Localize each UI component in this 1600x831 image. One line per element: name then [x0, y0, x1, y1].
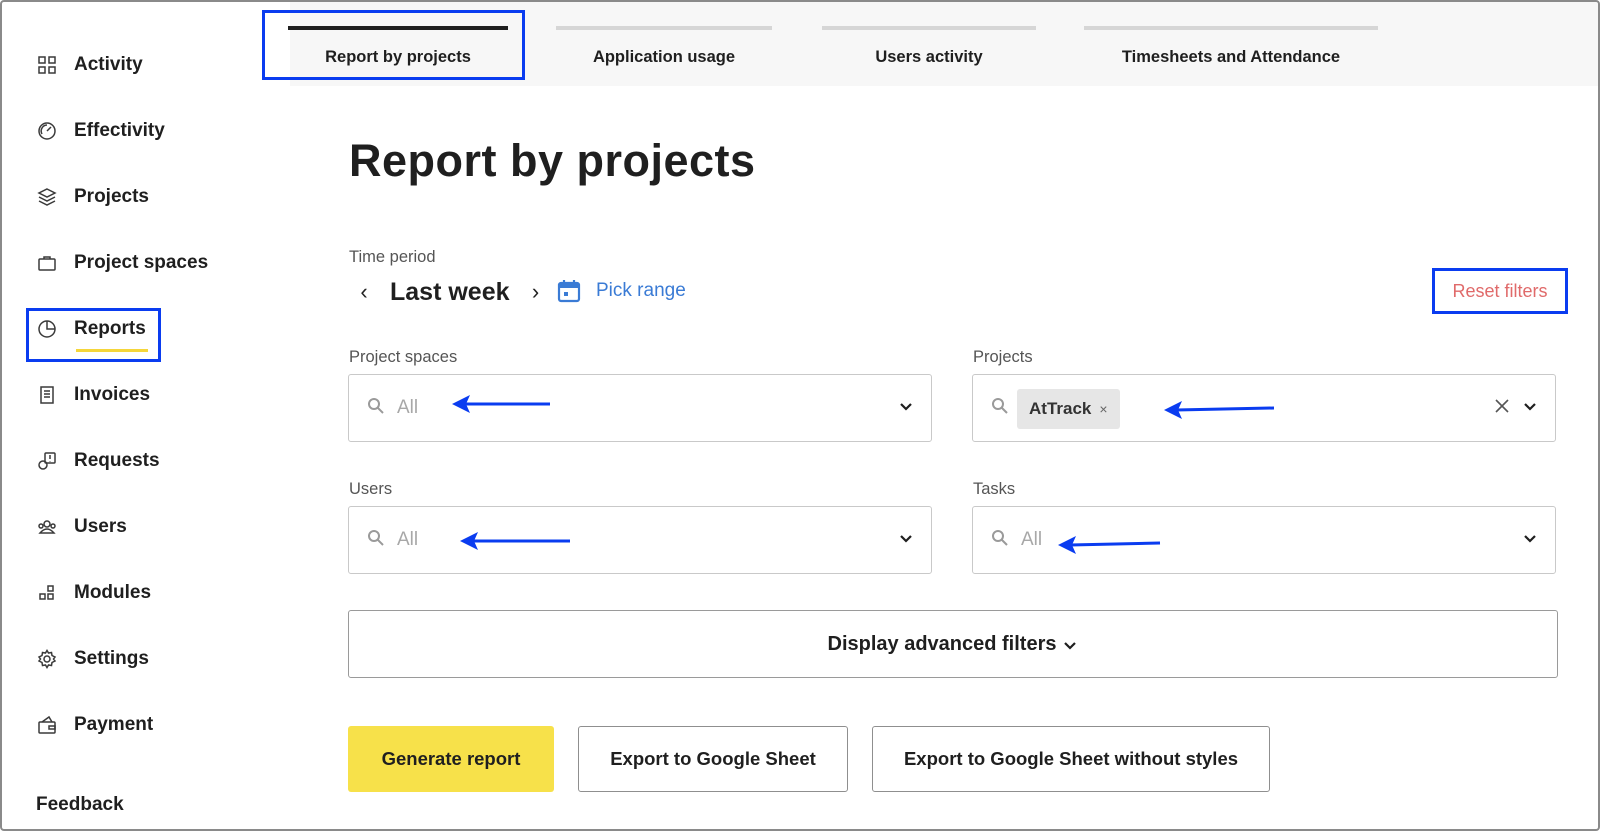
- tab-application-usage[interactable]: Application usage: [556, 0, 772, 84]
- sidebar-item-invoices[interactable]: Invoices: [36, 378, 150, 412]
- export-google-sheet-no-styles-button[interactable]: Export to Google Sheet without styles: [872, 726, 1270, 792]
- tab-label: Application usage: [592, 48, 736, 66]
- tab-indicator: [556, 26, 772, 30]
- annotation-arrow-icon: [1164, 401, 1275, 419]
- layers-icon: [36, 186, 58, 208]
- project-spaces-select[interactable]: All: [348, 374, 932, 442]
- annotation-arrow-icon: [460, 532, 570, 550]
- selected-chip: AtTrack ×: [1017, 389, 1120, 429]
- request-icon: [36, 450, 58, 472]
- receipt-icon: [36, 384, 58, 406]
- page-title: Report by projects: [349, 135, 756, 186]
- sidebar-item-label: Projects: [74, 186, 149, 207]
- tab-users-activity[interactable]: Users activity: [822, 0, 1036, 84]
- users-icon: [36, 516, 58, 538]
- sidebar-item-requests[interactable]: Requests: [36, 444, 160, 478]
- sidebar-item-activity[interactable]: Activity: [36, 48, 143, 82]
- wallet-icon: [36, 714, 58, 736]
- next-period-button[interactable]: ›: [526, 279, 546, 305]
- advanced-filters-button[interactable]: Display advanced filters: [348, 610, 1558, 678]
- select-placeholder: All: [1021, 529, 1043, 550]
- export-google-sheet-button[interactable]: Export to Google Sheet: [578, 726, 848, 792]
- main-content: [290, 86, 1598, 829]
- advanced-filters-label: Display advanced filters: [827, 632, 1057, 655]
- tab-label: Users activity: [875, 48, 983, 66]
- sidebar-item-label: Project spaces: [74, 252, 209, 273]
- project-spaces-label: Project spaces: [349, 348, 458, 366]
- select-placeholder: All: [397, 397, 419, 418]
- grid-icon: [36, 54, 58, 76]
- chevron-down-icon[interactable]: [1521, 397, 1543, 419]
- pick-range-button[interactable]: Pick range: [556, 278, 686, 304]
- period-value: Last week: [390, 277, 510, 306]
- clear-icon[interactable]: [1493, 397, 1515, 419]
- sidebar-item-label: Payment: [74, 714, 154, 735]
- sidebar-item-label: Invoices: [74, 384, 151, 405]
- time-period-selector: ‹ Last week ›: [354, 272, 546, 312]
- sidebar-item-label: Activity: [74, 54, 143, 75]
- select-placeholder: All: [397, 529, 419, 550]
- users-label: Users: [349, 480, 393, 498]
- gear-icon: [36, 648, 58, 670]
- sidebar-item-label: Requests: [74, 450, 160, 471]
- search-icon: [367, 529, 389, 551]
- sidebar-item-label: Effectivity: [74, 120, 165, 141]
- sidebar-item-users[interactable]: Users: [36, 510, 127, 544]
- sidebar-item-label: Settings: [74, 648, 149, 669]
- chevron-down-icon: [1064, 641, 1077, 650]
- sidebar-item-settings[interactable]: Settings: [36, 642, 149, 676]
- chevron-down-icon[interactable]: [897, 397, 919, 419]
- users-select[interactable]: All: [348, 506, 932, 574]
- search-icon: [991, 529, 1013, 551]
- sidebar-item-project-spaces[interactable]: Project spaces: [36, 246, 208, 280]
- search-icon: [991, 397, 1013, 419]
- tab-indicator: [822, 26, 1036, 30]
- sidebar: Activity Effectivity Projects Project sp…: [2, 2, 290, 829]
- briefcase-icon: [36, 252, 58, 274]
- sidebar-item-label: Modules: [74, 582, 152, 603]
- chip-label: AtTrack: [1029, 399, 1092, 418]
- annotation-arrow-icon: [1058, 536, 1161, 554]
- annotation-highlight-reports: [26, 308, 161, 362]
- sidebar-item-payment[interactable]: Payment: [36, 708, 153, 742]
- annotation-highlight-tab: [262, 10, 525, 80]
- tab-indicator: [1084, 26, 1378, 30]
- tab-label: Timesheets and Attendance: [1121, 48, 1341, 66]
- sidebar-item-modules[interactable]: Modules: [36, 576, 151, 610]
- reset-filters-label: Reset filters: [1452, 280, 1548, 301]
- generate-report-button[interactable]: Generate report: [348, 726, 554, 792]
- sidebar-item-projects[interactable]: Projects: [36, 180, 149, 214]
- annotation-arrow-icon: [452, 395, 550, 413]
- sidebar-item-effectivity[interactable]: Effectivity: [36, 114, 165, 148]
- feedback-link[interactable]: Feedback: [36, 794, 124, 816]
- prev-period-button[interactable]: ‹: [354, 279, 374, 305]
- chevron-down-icon[interactable]: [897, 529, 919, 551]
- pick-range-label: Pick range: [596, 280, 686, 301]
- modules-icon: [36, 582, 58, 604]
- tasks-label: Tasks: [973, 480, 1016, 498]
- calendar-icon: [557, 280, 581, 303]
- search-icon: [367, 397, 389, 419]
- gauge-icon: [36, 120, 58, 142]
- chevron-down-icon[interactable]: [1521, 529, 1543, 551]
- chip-remove-icon[interactable]: ×: [1099, 401, 1107, 417]
- time-period-label: Time period: [349, 248, 436, 266]
- reset-filters-button[interactable]: Reset filters: [1432, 268, 1568, 314]
- sidebar-item-label: Users: [74, 516, 127, 537]
- tab-timesheets-attendance[interactable]: Timesheets and Attendance: [1084, 0, 1378, 84]
- projects-label: Projects: [973, 348, 1033, 366]
